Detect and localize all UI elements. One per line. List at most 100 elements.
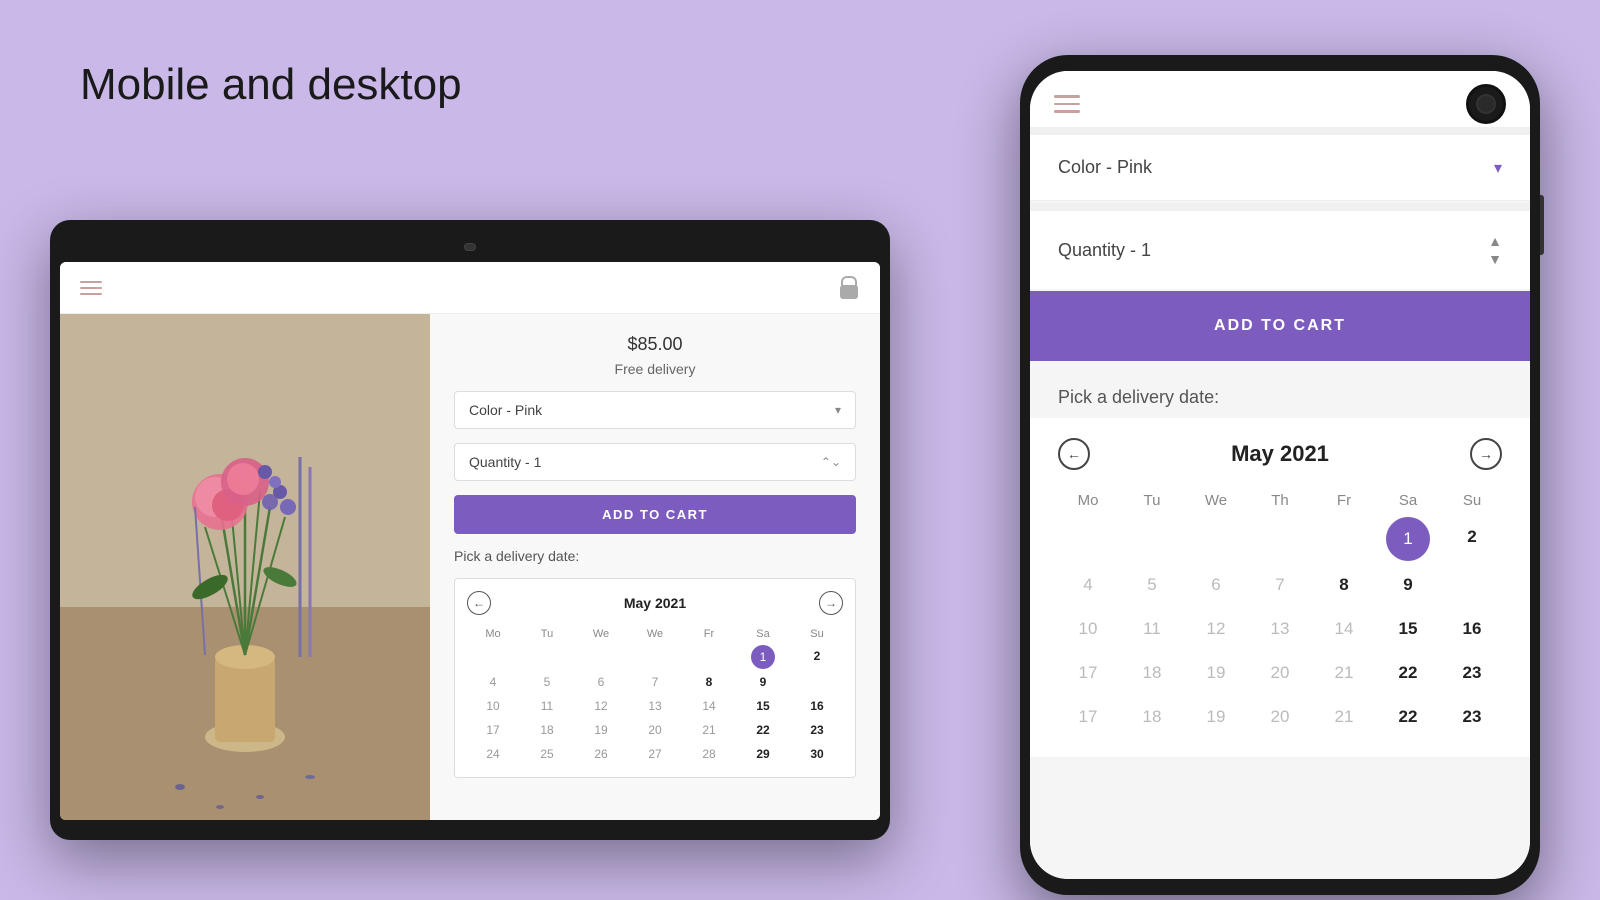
phone-camera-lens (1476, 94, 1496, 114)
cal-hdr-tu: Tu (1122, 488, 1182, 513)
table-row[interactable]: 9 (737, 671, 789, 693)
delivery-date-label-phone: Pick a delivery date: (1030, 365, 1530, 418)
table-row[interactable]: 22 (1378, 697, 1438, 737)
add-to-cart-button-tablet[interactable]: ADD TO CART (454, 495, 856, 534)
phone-calendar-grid: Mo Tu We Th Fr Sa Su 1 2 (1058, 488, 1502, 737)
cal-header-mo: Mo (467, 625, 519, 643)
quantity-field-phone[interactable]: Quantity - 1 ▲ ▼ (1030, 211, 1530, 289)
table-row[interactable]: 20 (629, 719, 681, 741)
table-row[interactable]: 14 (683, 695, 735, 717)
stepper-up[interactable]: ▲ (1488, 233, 1502, 249)
table-row[interactable]: 18 (1122, 697, 1182, 737)
table-row[interactable]: 27 (629, 743, 681, 765)
cal-header-tu: Tu (521, 625, 573, 643)
table-row[interactable]: 9 (1378, 565, 1438, 605)
phone-camera (1466, 84, 1506, 124)
table-row[interactable]: 15 (1378, 609, 1438, 649)
product-delivery-text: Free delivery (454, 361, 856, 377)
phone-side-button (1540, 195, 1544, 255)
table-row[interactable]: 7 (1250, 565, 1310, 605)
table-row[interactable]: 22 (737, 719, 789, 741)
page-title: Mobile and desktop (80, 60, 462, 110)
cal-hdr-th: Th (1250, 488, 1310, 513)
table-row[interactable]: 17 (467, 719, 519, 741)
table-row[interactable]: 8 (1314, 565, 1374, 605)
calendar-header-tablet: ← May 2021 → (467, 591, 843, 615)
table-row[interactable]: 18 (1122, 653, 1182, 693)
table-row[interactable]: 13 (629, 695, 681, 717)
table-row[interactable]: 11 (521, 695, 573, 717)
table-row[interactable]: 11 (1122, 609, 1182, 649)
stepper-down[interactable]: ▼ (1488, 251, 1502, 267)
quantity-stepper-phone[interactable]: ▲ ▼ (1488, 233, 1502, 267)
table-row[interactable]: 6 (575, 671, 627, 693)
table-row[interactable]: 17 (1058, 653, 1118, 693)
table-row[interactable]: 15 (737, 695, 789, 717)
table-row[interactable]: 16 (791, 695, 843, 717)
quantity-label-phone: Quantity - 1 (1058, 240, 1151, 261)
table-row[interactable]: 4 (467, 671, 519, 693)
cal-hdr-fr: Fr (1314, 488, 1374, 513)
table-row[interactable]: 5 (1122, 565, 1182, 605)
table-row[interactable]: 12 (575, 695, 627, 717)
table-row[interactable]: 20 (1250, 697, 1310, 737)
phone-hamburger-icon[interactable] (1054, 95, 1080, 113)
table-row[interactable]: 23 (791, 719, 843, 741)
quantity-dropdown-label-tablet: Quantity - 1 (469, 454, 541, 470)
table-row[interactable]: 19 (1186, 653, 1246, 693)
table-row[interactable]: 30 (791, 743, 843, 765)
phone-quantity-section: Quantity - 1 ▲ ▼ (1030, 211, 1530, 289)
table-row[interactable]: 12 (1186, 609, 1246, 649)
table-row[interactable]: 26 (575, 743, 627, 765)
table-row[interactable]: 23 (1442, 653, 1502, 693)
color-dropdown-label-phone: Color - Pink (1058, 157, 1152, 178)
table-row[interactable]: 19 (1186, 697, 1246, 737)
table-row[interactable]: 10 (1058, 609, 1118, 649)
table-row (1442, 565, 1502, 605)
table-row[interactable]: 10 (467, 695, 519, 717)
calendar-prev-tablet[interactable]: ← (467, 591, 491, 615)
calendar-next-phone[interactable]: → (1470, 438, 1502, 470)
table-row[interactable]: 25 (521, 743, 573, 765)
hamburger-menu-icon[interactable] (80, 281, 102, 295)
table-row[interactable]: 7 (629, 671, 681, 693)
table-row[interactable]: 8 (683, 671, 735, 693)
add-to-cart-button-phone[interactable]: ADD TO CART (1030, 291, 1530, 361)
table-row (791, 671, 843, 693)
table-row[interactable]: 23 (1442, 697, 1502, 737)
table-row[interactable]: 21 (1314, 697, 1374, 737)
table-row[interactable]: 22 (1378, 653, 1438, 693)
calendar-day-2-phone[interactable]: 2 (1442, 517, 1502, 561)
table-row[interactable]: 6 (1186, 565, 1246, 605)
table-row[interactable]: 13 (1250, 609, 1310, 649)
table-row[interactable]: 21 (1314, 653, 1374, 693)
section-divider (1030, 127, 1530, 135)
table-row[interactable]: 18 (521, 719, 573, 741)
table-row[interactable]: 19 (575, 719, 627, 741)
table-row[interactable]: 21 (683, 719, 735, 741)
calendar-day-2-tablet[interactable]: 2 (791, 645, 843, 669)
section-divider (1030, 203, 1530, 211)
table-row[interactable]: 29 (737, 743, 789, 765)
delivery-date-label-tablet: Pick a delivery date: (454, 548, 856, 564)
table-row[interactable]: 14 (1314, 609, 1374, 649)
calendar-next-tablet[interactable]: → (819, 591, 843, 615)
table-row (521, 645, 573, 669)
color-dropdown-phone[interactable]: Color - Pink ▾ (1030, 135, 1530, 201)
table-row[interactable]: 4 (1058, 565, 1118, 605)
calendar-day-1-tablet[interactable]: 1 (751, 645, 775, 669)
color-dropdown-label-tablet: Color - Pink (469, 402, 542, 418)
cal-header-fr: Fr (683, 625, 735, 643)
calendar-prev-phone[interactable]: ← (1058, 438, 1090, 470)
quantity-dropdown-tablet[interactable]: Quantity - 1 ⌃⌄ (454, 443, 856, 481)
calendar-day-1-phone[interactable]: 1 (1386, 517, 1430, 561)
color-dropdown-arrow-phone: ▾ (1494, 158, 1502, 178)
color-dropdown-tablet[interactable]: Color - Pink ▾ (454, 391, 856, 429)
table-row[interactable]: 20 (1250, 653, 1310, 693)
table-row[interactable]: 24 (467, 743, 519, 765)
table-row[interactable]: 28 (683, 743, 735, 765)
table-row[interactable]: 16 (1442, 609, 1502, 649)
table-row[interactable]: 17 (1058, 697, 1118, 737)
table-row (1122, 517, 1182, 561)
table-row[interactable]: 5 (521, 671, 573, 693)
